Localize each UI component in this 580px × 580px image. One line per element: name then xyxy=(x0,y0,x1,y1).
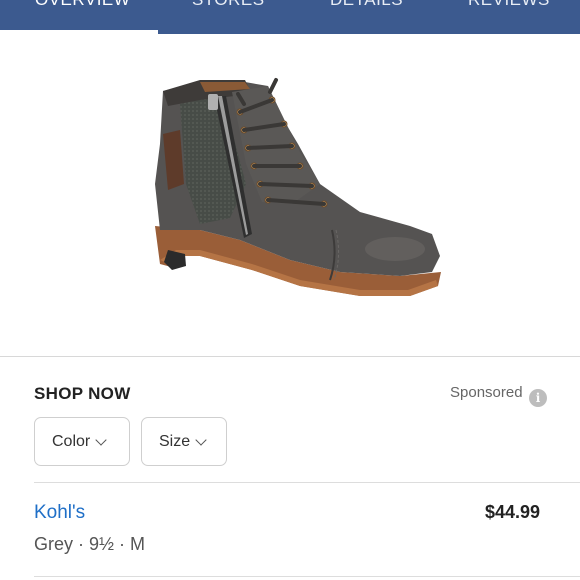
size-filter-button[interactable]: Size xyxy=(141,417,227,466)
tab-stores[interactable]: STORES xyxy=(192,0,265,12)
tab-overview[interactable]: OVERVIEW xyxy=(35,0,130,12)
offer-details: Grey · 9½ · M xyxy=(34,534,146,554)
tab-reviews[interactable]: REVIEWS xyxy=(468,0,550,12)
color-filter-label: Color xyxy=(52,432,91,450)
row-divider xyxy=(34,482,580,483)
row-divider xyxy=(34,576,580,577)
shop-now-title: SHOP NOW xyxy=(34,384,131,403)
chevron-down-icon xyxy=(95,433,107,446)
size-filter-label: Size xyxy=(159,432,191,450)
color-filter-button[interactable]: Color xyxy=(34,417,130,466)
tab-bar: OVERVIEW STORES DETAILS REVIEWS xyxy=(0,0,580,34)
boot-image[interactable] xyxy=(0,34,580,356)
info-icon[interactable]: i xyxy=(529,389,547,407)
sponsored-label: Sponsored xyxy=(450,384,523,401)
section-divider xyxy=(0,356,580,357)
retailer-link[interactable]: Kohl's xyxy=(34,502,85,524)
chevron-down-icon xyxy=(195,433,207,446)
tab-details[interactable]: DETAILS xyxy=(330,0,403,12)
offer-price: $44.99 xyxy=(485,502,541,522)
product-image-area xyxy=(0,34,580,356)
